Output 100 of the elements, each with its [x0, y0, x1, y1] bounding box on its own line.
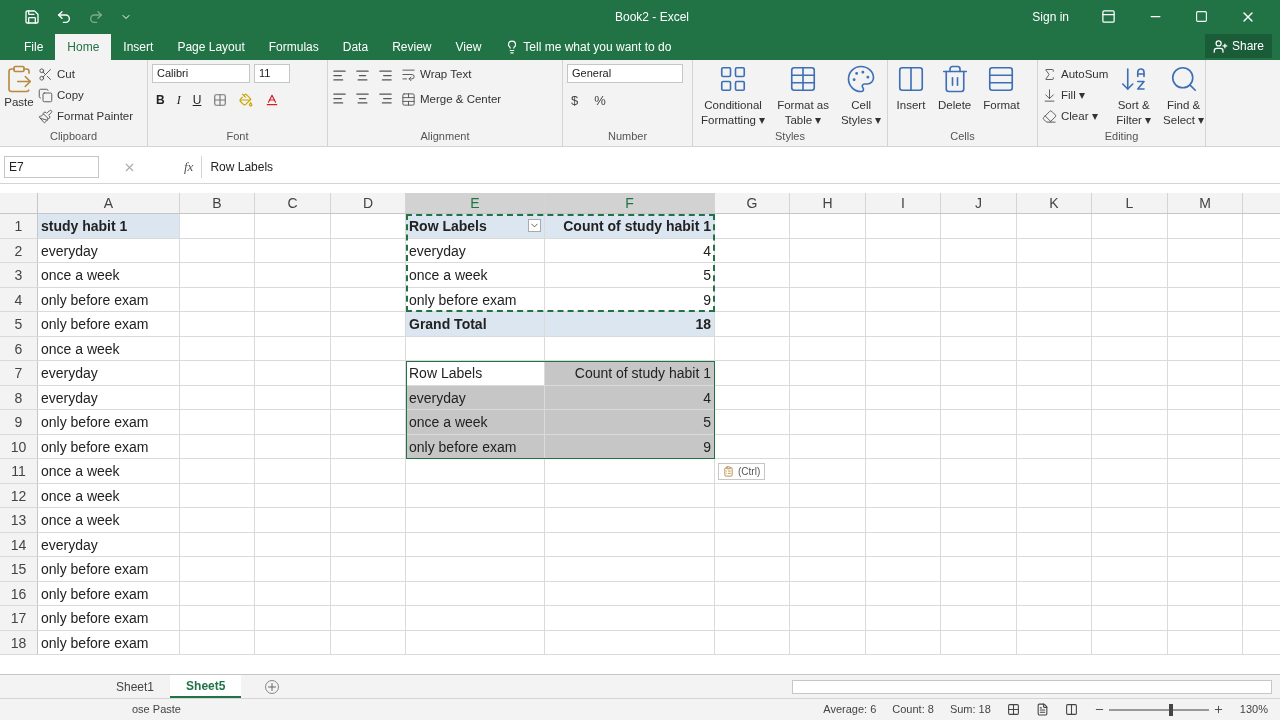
column-header[interactable]: M	[1168, 193, 1243, 213]
table-cell-text: only before exam	[41, 584, 149, 604]
ribbon-button[interactable]: Format as Table ▾	[773, 64, 833, 128]
font-name-field[interactable]: Calibri	[152, 64, 250, 83]
row-header[interactable]: 15	[0, 557, 38, 581]
ribbon-display-icon[interactable]	[1101, 9, 1116, 24]
ribbon-button[interactable]: Copy	[38, 85, 134, 106]
align-right-icon[interactable]	[378, 68, 393, 83]
group-label: Alignment	[419, 128, 471, 144]
paste-button[interactable]: Paste	[4, 64, 34, 112]
ribbon-button[interactable]: Insert	[892, 64, 930, 113]
column-header[interactable]: J	[941, 193, 1017, 213]
row-header[interactable]: 18	[0, 630, 38, 654]
column-header[interactable]: K	[1017, 193, 1092, 213]
row-header[interactable]: 14	[0, 532, 38, 556]
ribbon-button[interactable]: Conditional Formatting ▾	[697, 64, 770, 128]
page-layout-icon[interactable]	[1035, 703, 1049, 716]
row-header[interactable]: 16	[0, 581, 38, 605]
row-header[interactable]: 4	[0, 287, 38, 311]
currency-button[interactable]: $	[571, 91, 579, 111]
row-header[interactable]: 12	[0, 483, 38, 507]
ribbon-button[interactable]: Format	[979, 64, 1024, 113]
row-header[interactable]: 10	[0, 434, 38, 458]
normal-view-icon[interactable]	[1006, 703, 1020, 716]
ribbon-button[interactable]: Sort & Filter ▾	[1112, 64, 1156, 128]
row-header[interactable]: 11	[0, 459, 38, 483]
column-header[interactable]: L	[1092, 193, 1168, 213]
ribbon-button[interactable]: Wrap Text	[401, 64, 502, 85]
horizontal-scrollbar[interactable]	[792, 679, 1272, 694]
ribbon-button[interactable]: Format Painter	[38, 106, 134, 127]
ribbon-tab[interactable]: Data	[330, 34, 381, 60]
table-cell-text: Row Labels	[409, 364, 483, 383]
zoom-in-icon[interactable]	[1212, 704, 1224, 715]
number-format-field[interactable]: General	[567, 64, 683, 83]
table-cell-text: 4	[703, 388, 711, 408]
ribbon-button[interactable]: AutoSum	[1042, 64, 1109, 85]
font-size-field[interactable]: 11	[254, 64, 290, 83]
zoom-percent[interactable]: 130%	[1239, 701, 1268, 718]
row-header[interactable]: 3	[0, 263, 38, 287]
maximize-icon[interactable]	[1195, 10, 1208, 23]
row-header[interactable]: 2	[0, 238, 38, 262]
borders-icon[interactable]	[213, 93, 228, 107]
column-header[interactable]: G	[715, 193, 790, 213]
align-center-icon[interactable]	[355, 68, 370, 83]
ribbon-tab[interactable]: Home	[55, 34, 112, 60]
align-left-icon[interactable]	[332, 91, 347, 106]
row-header[interactable]: 7	[0, 361, 38, 385]
filter-dropdown-icon[interactable]	[528, 219, 541, 233]
percent-button[interactable]: %	[594, 91, 606, 111]
fill-color-icon[interactable]	[239, 93, 254, 107]
align-right-icon[interactable]	[378, 91, 393, 106]
page-break-icon[interactable]	[1064, 703, 1078, 716]
group-label: Editing	[1103, 129, 1140, 144]
column-header[interactable]: E	[406, 193, 545, 213]
save-icon[interactable]	[24, 8, 40, 25]
bold-button[interactable]: B	[156, 91, 165, 109]
column-header[interactable]: B	[180, 193, 255, 213]
ribbon-button[interactable]: Merge & Center	[401, 89, 502, 110]
row-header[interactable]: 8	[0, 385, 38, 409]
row-header[interactable]: 6	[0, 336, 38, 360]
row-header[interactable]: 17	[0, 606, 38, 630]
undo-icon[interactable]	[56, 8, 72, 25]
column-header[interactable]: F	[545, 193, 715, 213]
ribbon-tab[interactable]: File	[12, 34, 56, 60]
ribbon-button[interactable]: Fill ▾	[1042, 85, 1109, 106]
paste-options-button[interactable]: (Ctrl)	[718, 463, 766, 480]
ribbon-button[interactable]: Find & Select ▾	[1159, 64, 1209, 128]
ribbon-button[interactable]: Delete	[934, 64, 976, 113]
share-button[interactable]: Share	[1204, 34, 1272, 58]
name-box[interactable]: E7	[4, 156, 99, 178]
row-header[interactable]: 9	[0, 410, 38, 434]
ribbon-tab[interactable]: Review	[380, 34, 444, 60]
font-color-icon[interactable]	[265, 93, 280, 107]
ribbon-button[interactable]: Clear ▾	[1042, 106, 1109, 127]
table-cell-text: once a week	[409, 413, 488, 432]
ribbon-button[interactable]: Cell Styles ▾	[836, 64, 886, 128]
underline-button[interactable]: U	[192, 91, 202, 109]
sign-in-link[interactable]: Sign in	[1032, 7, 1069, 26]
tell-me-field[interactable]: Tell me what you want to do	[523, 37, 672, 56]
row-header[interactable]: 13	[0, 508, 38, 532]
column-header[interactable]: C	[255, 193, 331, 213]
column-header[interactable]: A	[38, 193, 180, 213]
italic-button[interactable]: I	[176, 91, 181, 109]
function-icon[interactable]: fx	[184, 157, 194, 177]
zoom-thumb[interactable]	[1168, 703, 1173, 716]
column-header[interactable]: I	[866, 193, 941, 213]
row-header[interactable]: 1	[0, 214, 38, 238]
sheet-tab[interactable]: Sheet5	[170, 675, 242, 698]
ribbon-tab[interactable]: Page Layout	[165, 34, 257, 60]
ribbon-tab[interactable]: Formulas	[256, 34, 331, 60]
ribbon-button[interactable]: Cut	[38, 64, 134, 85]
row-header[interactable]: 5	[0, 312, 38, 336]
formula-field[interactable]: Row Labels	[201, 156, 1276, 178]
group-label: Font	[225, 128, 250, 144]
ribbon-tab[interactable]: Insert	[111, 34, 166, 60]
sheet-tab[interactable]: Sheet1	[100, 675, 171, 698]
align-center-icon[interactable]	[355, 91, 370, 106]
ribbon-tab[interactable]: View	[443, 34, 494, 60]
column-header[interactable]: H	[790, 193, 866, 213]
align-left-icon[interactable]	[332, 68, 347, 83]
